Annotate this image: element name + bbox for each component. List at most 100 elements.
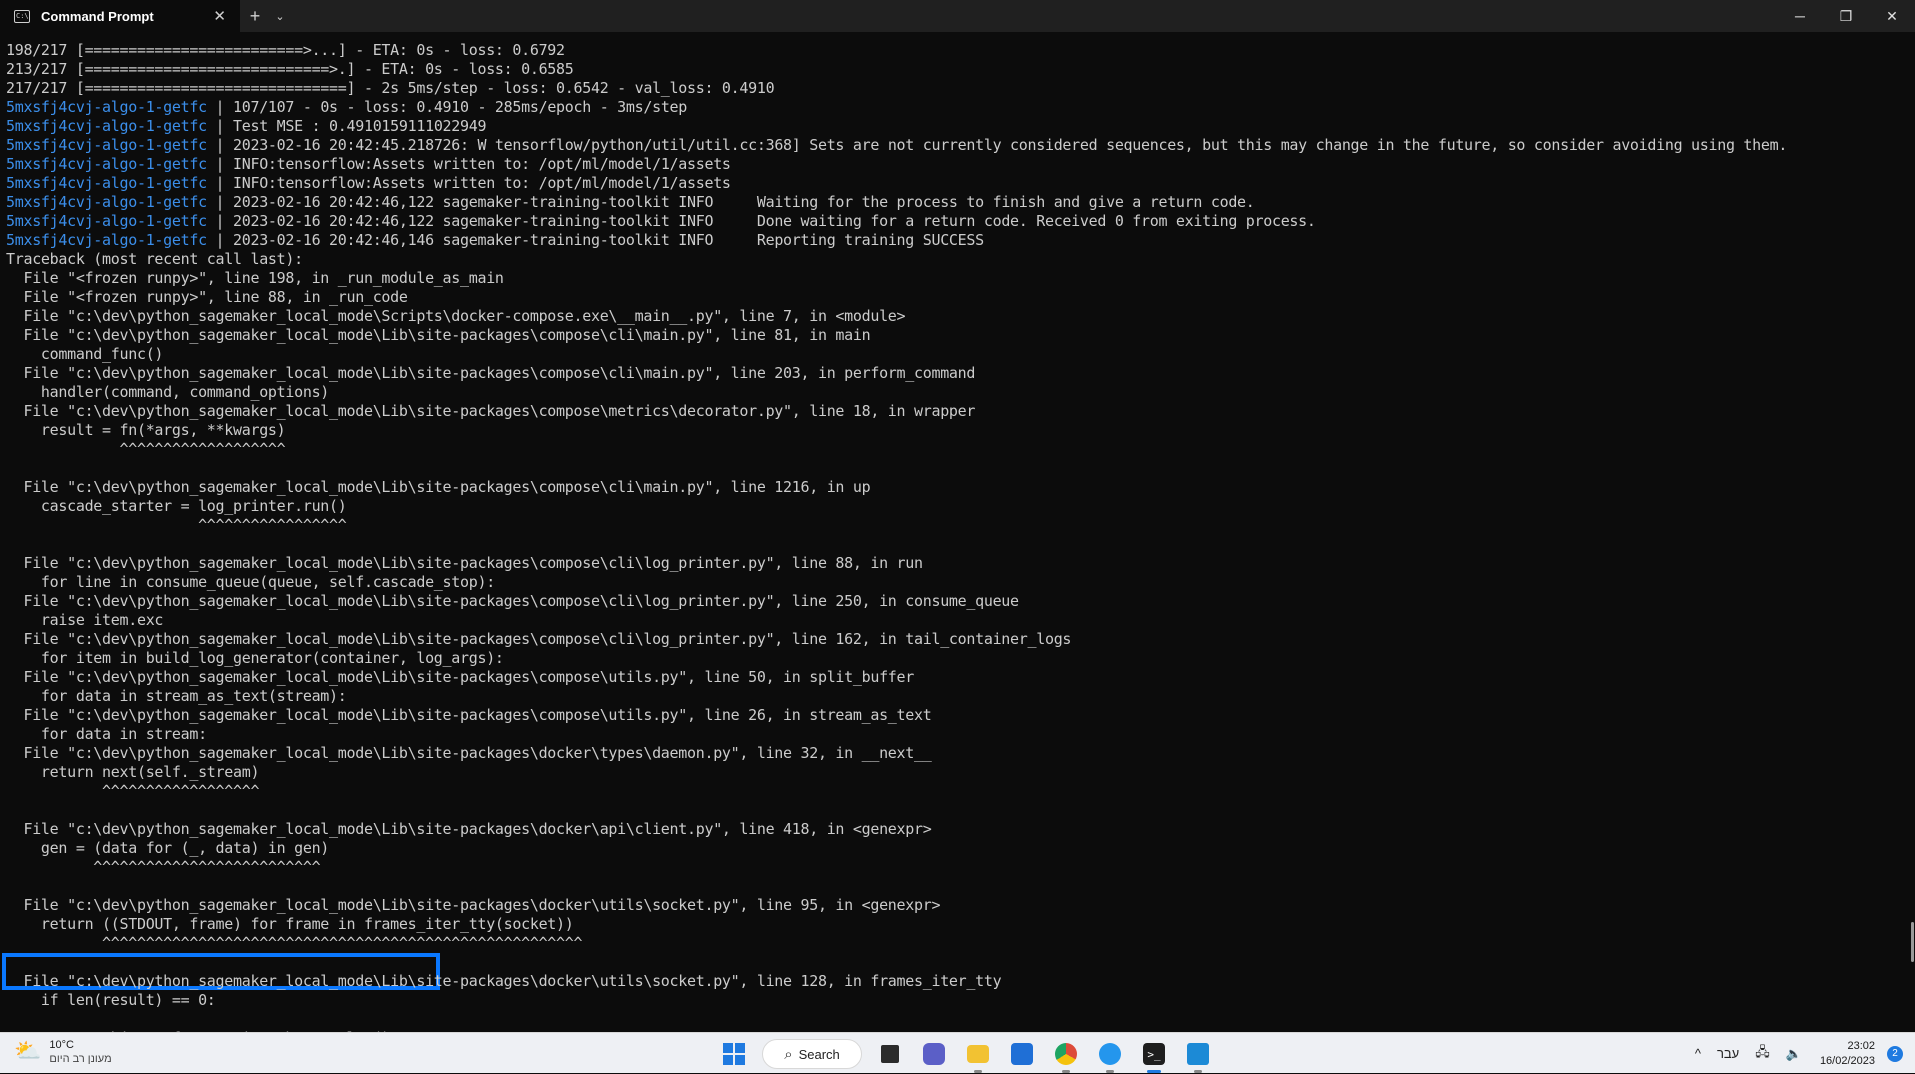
line-text: | 2023-02-16 20:42:46,122 sagemaker-trai… bbox=[206, 212, 1316, 230]
file-explorer-button[interactable] bbox=[961, 1037, 995, 1073]
terminal-line: File "c:\dev\python_sagemaker_local_mode… bbox=[6, 478, 870, 497]
start-button[interactable] bbox=[717, 1037, 751, 1071]
terminal-line: 213/217 [============================>.]… bbox=[6, 60, 574, 79]
line-text: raise item.exc bbox=[6, 611, 164, 629]
container-prefix: 5mxsfj4cvj-algo-1-getfc bbox=[6, 155, 207, 173]
vscode-icon bbox=[1187, 1043, 1209, 1065]
network-icon[interactable]: 🖧 bbox=[1755, 1043, 1770, 1065]
new-tab-button[interactable]: + bbox=[240, 0, 270, 32]
terminal-line: for item in build_log_generator(containe… bbox=[6, 649, 504, 668]
weather-temperature: 10°C bbox=[49, 1039, 74, 1051]
line-text: 198/217 [=========================>...] … bbox=[6, 41, 565, 59]
clock[interactable]: 23:02 16/02/2023 bbox=[1820, 1039, 1875, 1069]
teams-chat-button[interactable] bbox=[917, 1037, 951, 1071]
line-text: File "c:\dev\python_sagemaker_local_mode… bbox=[6, 820, 932, 838]
weather-description: מעונן רב היום bbox=[49, 1053, 112, 1065]
line-text: | 2023-02-16 20:42:45.218726: W tensorfl… bbox=[206, 136, 1788, 154]
line-text: File "c:\dev\python_sagemaker_local_mode… bbox=[6, 478, 871, 496]
show-hidden-icons-chevron[interactable]: ^ bbox=[1695, 1046, 1701, 1061]
terminal-line: 5mxsfj4cvj-algo-1-getfc | 2023-02-16 20:… bbox=[6, 193, 1255, 212]
notification-badge[interactable]: 2 bbox=[1887, 1045, 1903, 1062]
chrome-icon bbox=[1055, 1043, 1077, 1065]
line-text: ^^^^^^^^^^^^^^^^^^^^^^^^^^^^^^^^^^^^^^^^… bbox=[6, 934, 583, 952]
line-text: if len(result) == 0: bbox=[6, 991, 216, 1009]
terminal-output[interactable]: 198/217 [=========================>...] … bbox=[0, 32, 1915, 1032]
terminal-app-button[interactable]: >_ bbox=[1137, 1037, 1171, 1073]
terminal-line: File "c:\dev\python_sagemaker_local_mode… bbox=[6, 630, 1071, 649]
terminal-line: return ((STDOUT, frame) for frame in fra… bbox=[6, 915, 574, 934]
docker-button[interactable] bbox=[1093, 1037, 1127, 1073]
terminal-app-icon: >_ bbox=[1143, 1043, 1165, 1065]
tab-command-prompt[interactable]: C:\ Command Prompt ✕ bbox=[0, 0, 240, 32]
line-text: cascade_starter = log_printer.run() bbox=[6, 497, 347, 515]
file-explorer-icon bbox=[967, 1045, 989, 1063]
close-window-button[interactable]: ✕ bbox=[1869, 0, 1915, 32]
search-icon: ⌕ bbox=[784, 1045, 793, 1063]
terminal-line: ^^^^^^^^^^^^^^^^^^^^^^^^^^^^^^^^^^^^^^^^… bbox=[6, 934, 583, 953]
terminal-line: File "c:\dev\python_sagemaker_local_mode… bbox=[6, 554, 923, 573]
language-indicator[interactable]: עבר bbox=[1717, 1046, 1739, 1061]
line-text: gen = (data for (_, data) in gen) bbox=[6, 839, 330, 857]
system-tray: ^ עבר 🖧 🔈 23:02 16/02/2023 2 bbox=[1687, 1033, 1915, 1074]
terminal-line: command_func() bbox=[6, 345, 164, 364]
terminal-line: for data in stream_as_text(stream): bbox=[6, 687, 347, 706]
terminal-line: 5mxsfj4cvj-algo-1-getfc | 2023-02-16 20:… bbox=[6, 231, 984, 250]
tab-dropdown-button[interactable]: ⌄ bbox=[270, 0, 290, 32]
taskbar: ⛅ 10°C מעונן רב היום ⌕ Search >_ ^ עבר 🖧… bbox=[0, 1032, 1915, 1073]
microsoft-store-button[interactable] bbox=[1005, 1037, 1039, 1071]
line-text: | INFO:tensorflow:Assets written to: /op… bbox=[206, 174, 731, 192]
terminal-line: File "c:\dev\python_sagemaker_local_mode… bbox=[6, 402, 975, 421]
line-text: File "c:\dev\python_sagemaker_local_mode… bbox=[6, 744, 932, 762]
line-text: File "<frozen runpy>", line 198, in _run… bbox=[6, 269, 504, 287]
scrollbar-thumb[interactable] bbox=[1911, 922, 1914, 962]
container-prefix: 5mxsfj4cvj-algo-1-getfc bbox=[6, 193, 207, 211]
task-view-icon bbox=[881, 1045, 899, 1063]
terminal-icon: C:\ bbox=[14, 9, 30, 23]
line-text: for item in build_log_generator(containe… bbox=[6, 649, 504, 667]
maximize-button[interactable]: ❐ bbox=[1823, 0, 1869, 32]
teams-chat-icon bbox=[923, 1043, 945, 1065]
terminal-line: 5mxsfj4cvj-algo-1-getfc | Test MSE : 0.4… bbox=[6, 117, 487, 136]
terminal-line: result = fn(*args, **kwargs) bbox=[6, 421, 286, 440]
windows-logo-icon bbox=[723, 1043, 745, 1065]
title-bar: C:\ Command Prompt ✕ + ⌄ ─ ❐ ✕ bbox=[0, 0, 1915, 32]
terminal-scrollbar[interactable] bbox=[1909, 32, 1915, 1032]
terminal-line: ^^^^^^^^^^^^^^^^^^^ bbox=[6, 440, 286, 459]
line-text: for data in stream_as_text(stream): bbox=[6, 687, 347, 705]
clock-time: 23:02 bbox=[1847, 1039, 1875, 1052]
terminal-line: if len(result) == 0: bbox=[6, 991, 216, 1010]
taskbar-search[interactable]: ⌕ Search bbox=[762, 1039, 862, 1069]
line-text: File "c:\dev\python_sagemaker_local_mode… bbox=[6, 326, 871, 344]
container-prefix: 5mxsfj4cvj-algo-1-getfc bbox=[6, 231, 207, 249]
container-prefix: 5mxsfj4cvj-algo-1-getfc bbox=[6, 117, 207, 135]
volume-icon[interactable]: 🔈 bbox=[1786, 1046, 1802, 1062]
line-text: | 2023-02-16 20:42:46,122 sagemaker-trai… bbox=[206, 193, 1255, 211]
terminal-line: File "c:\dev\python_sagemaker_local_mode… bbox=[6, 668, 914, 687]
line-text: 217/217 [==============================]… bbox=[6, 79, 775, 97]
line-text: File "c:\dev\python_sagemaker_local_mode… bbox=[6, 706, 932, 724]
task-view-button[interactable] bbox=[873, 1037, 907, 1071]
line-text: File "c:\dev\python_sagemaker_local_mode… bbox=[6, 630, 1072, 648]
line-text: Traceback (most recent call last): bbox=[6, 250, 303, 268]
terminal-line: return next(self._stream) bbox=[6, 763, 260, 782]
vscode-button[interactable] bbox=[1181, 1037, 1215, 1073]
close-tab-icon[interactable]: ✕ bbox=[213, 7, 226, 25]
line-text: ^^^^^^^^^^^^^^^^^^^ bbox=[6, 440, 286, 458]
line-text: command_func() bbox=[6, 345, 164, 363]
weather-widget[interactable]: ⛅ 10°C מעונן רב היום bbox=[14, 1038, 112, 1066]
partly-cloudy-icon: ⛅ bbox=[14, 1038, 42, 1063]
tab-title: Command Prompt bbox=[41, 8, 154, 24]
terminal-line: File "c:\dev\python_sagemaker_local_mode… bbox=[6, 326, 870, 345]
chrome-button[interactable] bbox=[1049, 1037, 1083, 1073]
line-text: | Test MSE : 0.4910159111022949 bbox=[206, 117, 487, 135]
line-text: | 2023-02-16 20:42:46,146 sagemaker-trai… bbox=[206, 231, 985, 249]
minimize-button[interactable]: ─ bbox=[1777, 0, 1823, 32]
terminal-line: File "c:\dev\python_sagemaker_local_mode… bbox=[6, 706, 931, 725]
terminal-line: cascade_starter = log_printer.run() bbox=[6, 497, 347, 516]
line-text: File "<frozen runpy>", line 88, in _run_… bbox=[6, 288, 408, 306]
line-text: return ((STDOUT, frame) for frame in fra… bbox=[6, 915, 574, 933]
terminal-line: for data in stream: bbox=[6, 725, 207, 744]
line-text: handler(command, command_options) bbox=[6, 383, 330, 401]
line-text: File "c:\dev\python_sagemaker_local_mode… bbox=[6, 307, 906, 325]
line-text: ^^^^^^^^^^^^^^^^^^^^^^^^^^ bbox=[6, 858, 321, 876]
